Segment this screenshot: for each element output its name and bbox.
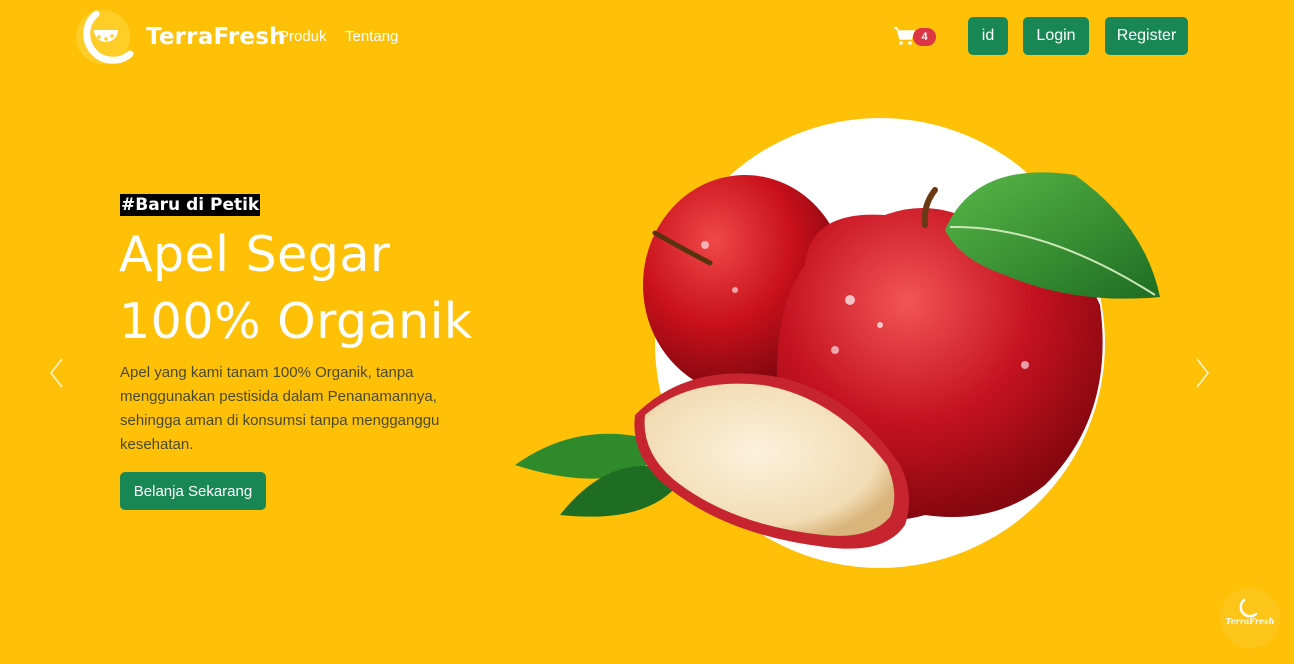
hero-tag: #Baru di Petik xyxy=(120,194,261,216)
shop-now-button[interactable]: Belanja Sekarang xyxy=(120,472,266,510)
carousel-next-button[interactable] xyxy=(1192,357,1212,389)
cart-icon xyxy=(894,27,915,45)
register-button[interactable]: Register xyxy=(1105,17,1188,55)
brand-name[interactable]: TerraFresh xyxy=(146,24,286,50)
lemon-logo-icon xyxy=(76,10,134,64)
logo[interactable] xyxy=(74,8,136,66)
login-button[interactable]: Login xyxy=(1023,17,1089,55)
language-button[interactable]: id xyxy=(968,17,1008,55)
hero-description: Apel yang kami tanam 100% Organik, tanpa… xyxy=(120,364,440,453)
chevron-right-icon xyxy=(1196,358,1210,388)
cart-button[interactable] xyxy=(893,26,915,46)
hero-headline-line2: 100% Organik xyxy=(119,293,473,350)
cart-count-badge: 4 xyxy=(913,28,936,46)
apple-illustration xyxy=(515,118,1160,568)
floating-brand-text: TerraFresh xyxy=(1225,616,1275,626)
carousel-prev-button[interactable] xyxy=(47,357,67,389)
nav-link-produk[interactable]: Produk xyxy=(279,28,327,45)
hero-headline-line1: Apel Segar xyxy=(119,226,391,283)
chevron-left-icon xyxy=(49,358,63,388)
apple-hero-image xyxy=(505,115,1175,575)
nav-link-tentang[interactable]: Tentang xyxy=(345,28,398,45)
